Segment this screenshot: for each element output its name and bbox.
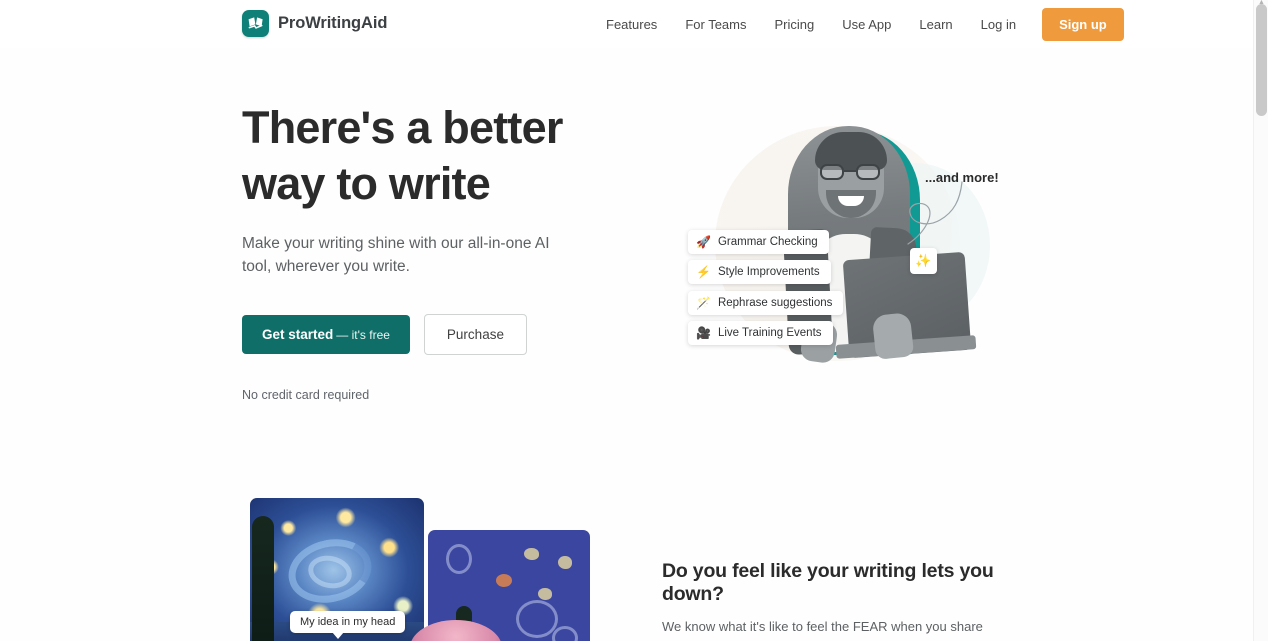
vertical-scrollbar[interactable]: ▲ bbox=[1253, 0, 1268, 641]
feature-pill-grammar-checking: 🚀 Grammar Checking bbox=[688, 230, 829, 254]
nav-item-pricing[interactable]: Pricing bbox=[760, 11, 828, 38]
get-started-label: Get started bbox=[262, 327, 334, 342]
nav-item-use-app[interactable]: Use App bbox=[828, 11, 905, 38]
star-blob bbox=[558, 556, 572, 569]
rocket-icon: 🚀 bbox=[696, 235, 711, 249]
sign-up-button[interactable]: Sign up bbox=[1042, 7, 1124, 41]
swirl-shape bbox=[516, 600, 558, 638]
book-check-logo-icon bbox=[242, 10, 269, 37]
feature-pill-label: Grammar Checking bbox=[717, 236, 818, 248]
main-navigation: Features For Teams Pricing Use App Learn… bbox=[600, 0, 1124, 48]
lower-text-block: Do you feel like your writing lets you d… bbox=[662, 560, 1022, 641]
site-header: ProWritingAid Features For Teams Pricing… bbox=[0, 0, 1253, 48]
nav-item-for-teams[interactable]: For Teams bbox=[671, 11, 760, 38]
hero-illustration: 🚀 Grammar Checking ⚡ Style Improvements … bbox=[660, 108, 1005, 383]
hero-text-block: There's a better way to write Make your … bbox=[242, 100, 602, 402]
nav-item-log-in[interactable]: Log in bbox=[967, 11, 1030, 38]
star-blob bbox=[524, 548, 539, 560]
get-started-button[interactable]: Get started — it's free bbox=[242, 315, 410, 354]
painting-cypress-tree bbox=[252, 516, 274, 641]
page-title: There's a better way to write bbox=[242, 100, 602, 212]
lightning-icon: ⚡ bbox=[696, 265, 711, 279]
nav-item-features[interactable]: Features bbox=[600, 11, 671, 38]
swirl-shape bbox=[552, 626, 578, 641]
section-title: Do you feel like your writing lets you d… bbox=[662, 560, 994, 605]
sun-blob bbox=[496, 574, 512, 587]
glasses-icon bbox=[820, 164, 882, 180]
feature-pill-style-improvements: ⚡ Style Improvements bbox=[688, 260, 831, 284]
video-camera-icon: 🎥 bbox=[696, 326, 711, 340]
hero-subtitle: Make your writing shine with our all-in-… bbox=[242, 235, 550, 275]
hero-title-line-1: There's a better bbox=[242, 102, 563, 153]
hand-drawn-arrow-icon bbox=[907, 181, 963, 245]
glasses-lens-left bbox=[820, 164, 844, 180]
feature-pill-label: Rephrase suggestions bbox=[717, 297, 833, 309]
brand-logo[interactable]: ProWritingAid bbox=[242, 10, 387, 37]
page-root: ProWritingAid Features For Teams Pricing… bbox=[0, 0, 1268, 641]
scrollbar-thumb[interactable] bbox=[1256, 4, 1267, 116]
no-credit-card-note: No credit card required bbox=[242, 388, 370, 402]
person-hand-right bbox=[871, 312, 915, 360]
section-body: We know what it's like to feel the FEAR … bbox=[662, 619, 1001, 641]
glasses-lens-right bbox=[856, 164, 880, 180]
star-blob bbox=[538, 588, 552, 600]
feature-pill-rephrase-suggestions: 🪄 Rephrase suggestions bbox=[688, 291, 844, 315]
hero-cta-group: Get started — it's free Purchase bbox=[242, 314, 602, 355]
swirl-shape bbox=[446, 544, 472, 574]
hero-title-line-2: way to write bbox=[242, 158, 491, 209]
feature-pill-label: Live Training Events bbox=[717, 327, 822, 339]
glasses-bridge bbox=[844, 170, 856, 172]
nav-item-learn[interactable]: Learn bbox=[905, 11, 966, 38]
idea-caption-bubble: My idea in my head bbox=[290, 611, 406, 639]
feature-pill-label: Style Improvements bbox=[717, 266, 820, 278]
artwork-comparison: My idea in my head bbox=[250, 498, 590, 641]
magic-wand-icon: 🪄 bbox=[696, 296, 711, 310]
brand-name: ProWritingAid bbox=[278, 14, 388, 32]
feature-pill-live-training-events: 🎥 Live Training Events bbox=[688, 321, 833, 345]
get-started-free-suffix: — it's free bbox=[336, 328, 390, 342]
purchase-button[interactable]: Purchase bbox=[423, 314, 527, 355]
